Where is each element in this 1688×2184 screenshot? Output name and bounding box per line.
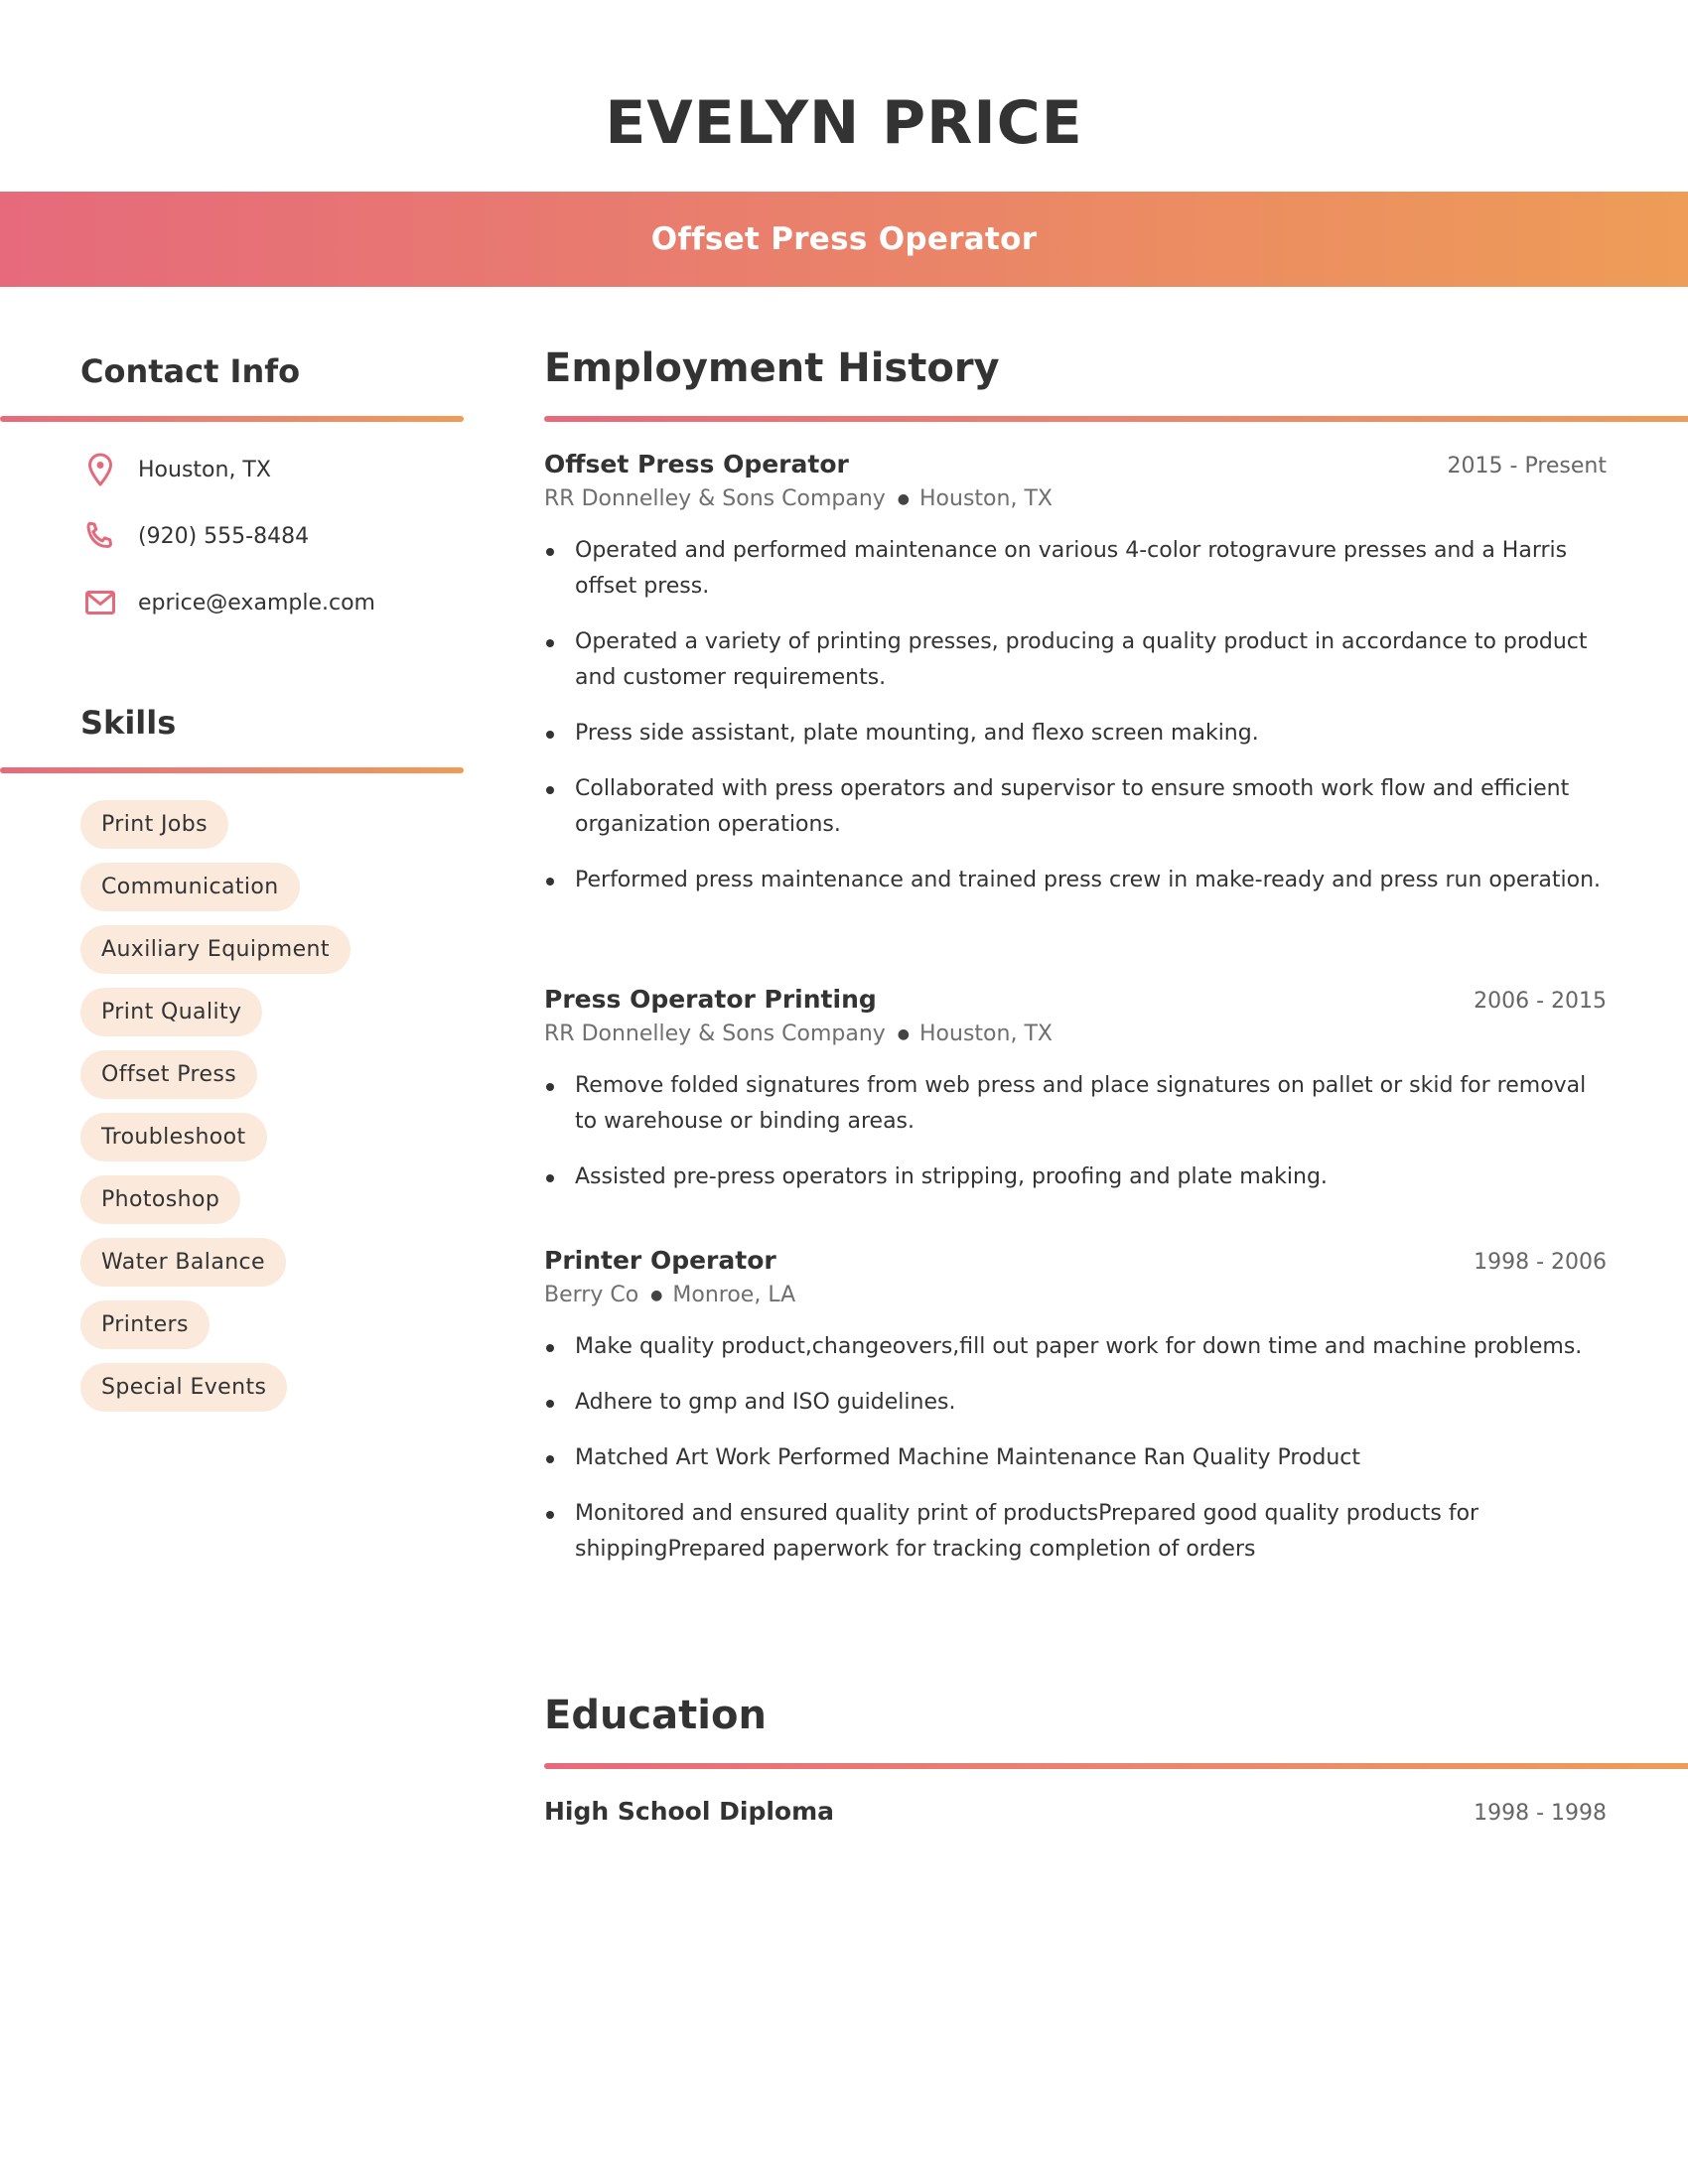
job-bullet: Remove folded signatures from web press … [544,1068,1607,1140]
employment-divider [544,416,1688,422]
skill-tag: Print Jobs [80,800,228,849]
job-bullet: Press side assistant, plate mounting, an… [544,716,1607,751]
skill-tag: Troubleshoot [80,1113,267,1161]
contact-phone[interactable]: (920) 555-8484 [81,516,309,556]
skill-tag: Auxiliary Equipment [80,925,351,974]
job-company: RR Donnelley & Sons Company [544,1022,886,1046]
job-bullet: Operated a variety of printing presses, … [544,624,1607,696]
job-bullet: Monitored and ensured quality print of p… [544,1496,1607,1568]
skills-heading: Skills [80,704,177,742]
job-bullet: Operated and performed maintenance on va… [544,533,1607,605]
separator-dot: ● [650,1288,663,1303]
job-bullets: Make quality product,changeovers,fill ou… [544,1329,1607,1568]
education-dates: 1998 - 1998 [1474,1801,1607,1826]
job-bullets: Remove folded signatures from web press … [544,1068,1607,1195]
job-company: Berry Co [544,1283,639,1307]
job-company: RR Donnelley & Sons Company [544,486,886,511]
contact-heading: Contact Info [80,352,301,390]
job-bullet: Adhere to gmp and ISO guidelines. [544,1385,1607,1421]
mail-icon [81,584,119,621]
job-title: Offset Press Operator [544,450,849,478]
location-pin-icon [81,451,119,488]
employment-heading: Employment History [544,345,1000,391]
job-employer: RR Donnelley & Sons Company ● Houston, TX [544,1022,1607,1046]
skill-tag: Water Balance [80,1238,286,1287]
job-bullet: Collaborated with press operators and su… [544,771,1607,843]
job-employer: Berry Co ● Monroe, LA [544,1283,1607,1307]
education-heading: Education [544,1693,767,1738]
job-location: Monroe, LA [672,1283,796,1307]
education-divider [544,1763,1688,1769]
skills-divider [0,767,464,773]
contact-location-text: Houston, TX [138,457,271,482]
job-bullets: Operated and performed maintenance on va… [544,533,1607,898]
skill-tag: Print Quality [80,988,263,1036]
job-employer: RR Donnelley & Sons Company ● Houston, TX [544,486,1607,511]
skill-tag: Photoshop [80,1175,241,1224]
job-bullet: Performed press maintenance and trained … [544,863,1607,898]
contact-divider [0,416,464,422]
job-bullet: Matched Art Work Performed Machine Maint… [544,1440,1607,1476]
job-location: Houston, TX [919,1022,1053,1046]
job-title: Printer Operator [544,1246,776,1275]
degree-title: High School Diploma [544,1797,835,1826]
job-title-headline: Offset Press Operator [650,221,1038,257]
job-entry: Offset Press Operator 2015 - Present RR … [544,450,1607,918]
skill-tag: Printers [80,1300,210,1349]
contact-email-text: eprice@example.com [138,590,375,615]
separator-dot: ● [897,491,911,507]
job-title: Press Operator Printing [544,985,877,1014]
contact-email[interactable]: eprice@example.com [81,583,375,622]
title-banner: Offset Press Operator [0,192,1688,287]
job-entry: Printer Operator 1998 - 2006 Berry Co ● Mo… [544,1246,1607,1587]
job-dates: 2015 - Present [1447,454,1607,478]
phone-icon [81,517,119,555]
job-bullet: Assisted pre-press operators in strippin… [544,1160,1607,1195]
job-entry: Press Operator Printing 2006 - 2015 RR D… [544,985,1607,1215]
candidate-name: EVELYN PRICE [605,88,1083,158]
separator-dot: ● [897,1026,911,1042]
job-bullet: Make quality product,changeovers,fill ou… [544,1329,1607,1365]
job-location: Houston, TX [919,486,1053,511]
job-dates: 1998 - 2006 [1474,1250,1607,1275]
skill-tag: Offset Press [80,1050,258,1099]
contact-phone-text: (920) 555-8484 [138,523,310,549]
skill-tag: Special Events [80,1363,288,1412]
contact-location: Houston, TX [81,450,271,489]
education-entry: High School Diploma 1998 - 1998 [544,1797,1607,1826]
skill-tag: Communication [80,863,300,911]
job-dates: 2006 - 2015 [1474,989,1607,1014]
